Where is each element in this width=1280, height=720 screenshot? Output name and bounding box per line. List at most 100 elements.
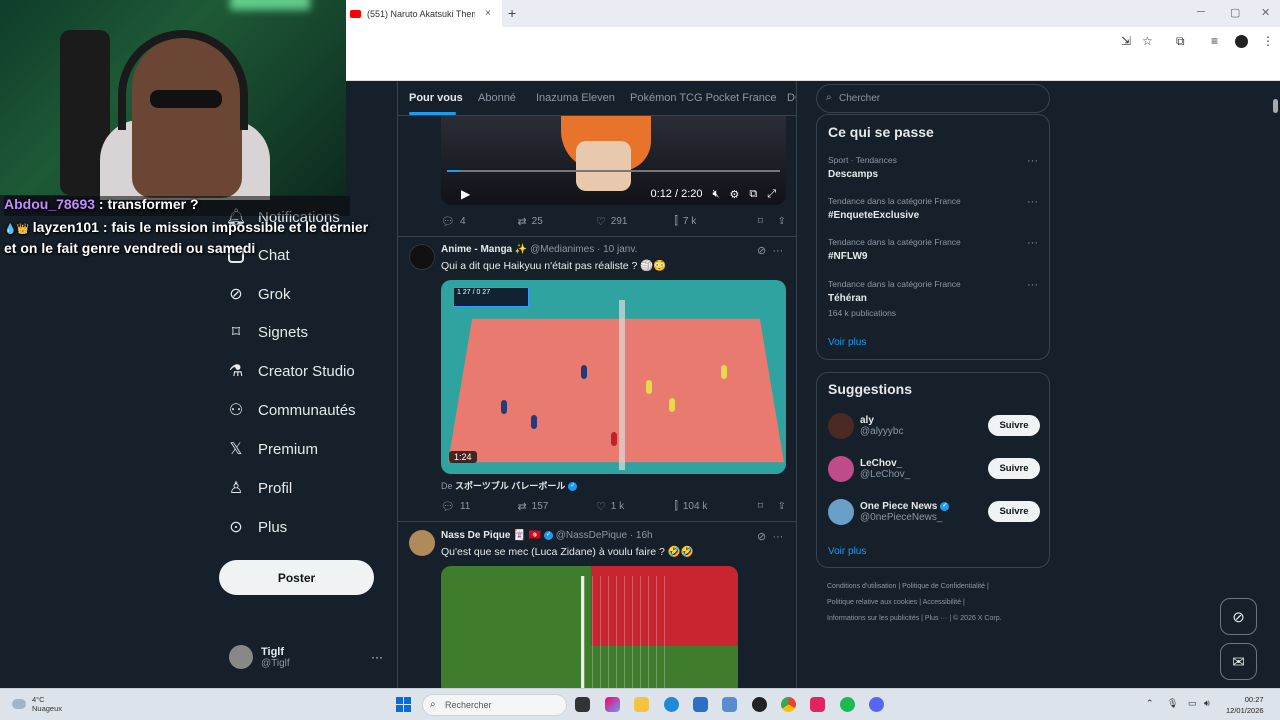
more-icon[interactable]: ···: [772, 245, 783, 257]
trend-item[interactable]: Tendance dans la catégorie France #Enquet…: [828, 196, 961, 221]
spotify-icon[interactable]: [840, 697, 855, 712]
install-app-icon[interactable]: ⇲: [1121, 34, 1131, 48]
suggestion-item[interactable]: LeChov_ @LeChov_: [828, 456, 910, 482]
scrollbar-thumb[interactable]: [1273, 99, 1278, 113]
share-button[interactable]: ⇪: [778, 501, 786, 512]
address-bar[interactable]: [346, 27, 1280, 54]
mute-icon[interactable]: 🔇︎: [713, 188, 720, 201]
tray-chevron-icon[interactable]: ⌃: [1146, 698, 1154, 709]
follow-button[interactable]: Suivre: [988, 415, 1040, 436]
repost-button[interactable]: ⇄ 157: [517, 500, 595, 513]
reply-button[interactable]: 💬︎ 4: [441, 215, 517, 228]
fullscreen-icon[interactable]: ⤢: [767, 188, 776, 201]
weather-widget[interactable]: 4°C Nuageux: [12, 695, 62, 713]
footer-links[interactable]: Politique relative aux cookies | Accessi…: [827, 599, 965, 606]
network-icon[interactable]: ▭: [1188, 698, 1197, 709]
task-view-icon[interactable]: [575, 697, 590, 712]
nav-grok[interactable]: ⊘ Grok: [226, 282, 290, 306]
avatar[interactable]: [409, 530, 435, 556]
suggestions-see-more[interactable]: Voir plus: [828, 546, 866, 557]
suggestion-item[interactable]: One Piece News ✓ @0nePieceNews_: [828, 499, 950, 525]
tiktok-icon[interactable]: [810, 697, 825, 712]
video-player[interactable]: ▶ 0:12 / 2:20 🔇︎ ⚙ ⧉ ⤢: [441, 116, 786, 205]
microphone-icon[interactable]: 🎙︎: [1167, 698, 1178, 709]
reading-list-icon[interactable]: ≡: [1211, 34, 1218, 48]
credit-source[interactable]: スポーツブル バレーボール: [455, 481, 565, 491]
tab-dc[interactable]: DC: [787, 92, 796, 104]
volume-icon[interactable]: 🔊︎: [1204, 698, 1210, 709]
reply-button[interactable]: 💬︎ 11: [441, 500, 517, 513]
play-icon[interactable]: ▶: [461, 187, 470, 201]
browser-menu-icon[interactable]: ⋮: [1262, 34, 1274, 48]
start-button[interactable]: [396, 697, 411, 712]
close-window-button[interactable]: ✕: [1261, 6, 1270, 19]
author-name[interactable]: Anime - Manga ✨: [441, 244, 527, 255]
trend-item[interactable]: Tendance dans la catégorie France #NFLW9: [828, 237, 961, 262]
trend-item[interactable]: Tendance dans la catégorie France Téhéran…: [828, 279, 961, 318]
trends-see-more[interactable]: Voir plus: [828, 337, 866, 348]
post-button[interactable]: Poster: [219, 560, 374, 595]
messages-fab-button[interactable]: ✉: [1220, 643, 1257, 680]
minimize-button[interactable]: ─: [1197, 6, 1205, 18]
suggestion-item[interactable]: aly @alyyybc: [828, 413, 904, 439]
like-button[interactable]: ♡ 291: [596, 215, 674, 228]
more-icon[interactable]: ···: [772, 531, 783, 543]
grok-icon[interactable]: ⊘: [757, 531, 766, 543]
account-switcher[interactable]: Tiglf @Tiglf: [229, 645, 290, 669]
grok-fab-button[interactable]: ⊘: [1220, 598, 1257, 635]
trend-more-icon[interactable]: ···: [1027, 237, 1038, 249]
chrome-icon[interactable]: [781, 697, 796, 712]
file-explorer-icon[interactable]: [634, 697, 649, 712]
trend-more-icon[interactable]: ···: [1027, 279, 1038, 291]
tab-following[interactable]: Abonné: [478, 92, 516, 104]
search-input[interactable]: ⌕ Chercher: [816, 84, 1050, 113]
video-progress-bar[interactable]: [447, 170, 780, 172]
share-button[interactable]: ⇪: [778, 216, 786, 227]
store-icon[interactable]: [693, 697, 708, 712]
grok-icon[interactable]: ⊘: [757, 245, 766, 257]
browser-profile-avatar[interactable]: [1235, 35, 1248, 48]
maximize-button[interactable]: ▢: [1230, 6, 1240, 19]
views-button[interactable]: ⫿ 104 k: [674, 500, 757, 513]
tab-inazuma-eleven[interactable]: Inazuma Eleven: [536, 92, 615, 104]
bookmark-button[interactable]: ⌑: [758, 501, 778, 512]
like-button[interactable]: ♡ 1 k: [596, 500, 674, 513]
author-handle[interactable]: @Medianimes · 10 janv.: [530, 244, 637, 255]
scrollbar[interactable]: [1271, 81, 1280, 688]
trend-item[interactable]: Sport · Tendances Descamps: [828, 155, 897, 180]
bookmark-star-icon[interactable]: ☆: [1142, 34, 1153, 48]
taskbar-clock[interactable]: 00:27 12/01/2026: [1226, 694, 1264, 716]
nav-bookmarks[interactable]: ⌑ Signets: [226, 320, 308, 344]
discord-icon[interactable]: [869, 697, 884, 712]
nav-profile[interactable]: ♙ Profil: [226, 476, 292, 500]
settings-icon[interactable]: ⚙: [729, 188, 739, 201]
nav-creator-studio[interactable]: ⚗ Creator Studio: [226, 359, 355, 383]
taskbar-search[interactable]: ⌕ Rechercher: [422, 694, 567, 716]
trend-more-icon[interactable]: ···: [1027, 196, 1038, 208]
tab-close-icon[interactable]: ×: [485, 8, 491, 19]
author-handle[interactable]: @NassDePique · 16h: [556, 530, 653, 541]
edge-icon[interactable]: [664, 697, 679, 712]
new-tab-button[interactable]: +: [508, 5, 516, 21]
nav-more[interactable]: ⊙ Plus: [226, 515, 287, 539]
trend-more-icon[interactable]: ···: [1027, 155, 1038, 167]
extensions-icon[interactable]: ⧉: [1176, 34, 1185, 49]
bookmark-button[interactable]: ⌑: [758, 216, 778, 227]
nav-premium[interactable]: 𝕏 Premium: [226, 437, 318, 461]
copilot-icon[interactable]: [605, 697, 620, 712]
repost-button[interactable]: ⇄ 25: [517, 215, 595, 228]
tab-for-you[interactable]: Pour vous: [409, 92, 463, 104]
footer-links[interactable]: Informations sur les publicités | Plus ·…: [827, 615, 1002, 622]
tab-pokemon-tcg[interactable]: Pokémon TCG Pocket France: [630, 92, 777, 104]
app-icon[interactable]: [722, 697, 737, 712]
footer-links[interactable]: Conditions d'utilisation | Politique de …: [827, 583, 989, 590]
obs-icon[interactable]: [752, 697, 767, 712]
views-button[interactable]: ⫿ 7 k: [674, 215, 757, 228]
pip-icon[interactable]: ⧉: [749, 188, 757, 201]
follow-button[interactable]: Suivre: [988, 458, 1040, 479]
author-name[interactable]: Nass De Pique: [441, 530, 510, 541]
post-video[interactable]: 1 27 / 0 27 1:24: [441, 280, 786, 474]
browser-tab-youtube[interactable]: (551) Naruto Akatsuki Theme s... ×: [346, 0, 502, 27]
account-more-icon[interactable]: ···: [371, 650, 383, 664]
follow-button[interactable]: Suivre: [988, 501, 1040, 522]
